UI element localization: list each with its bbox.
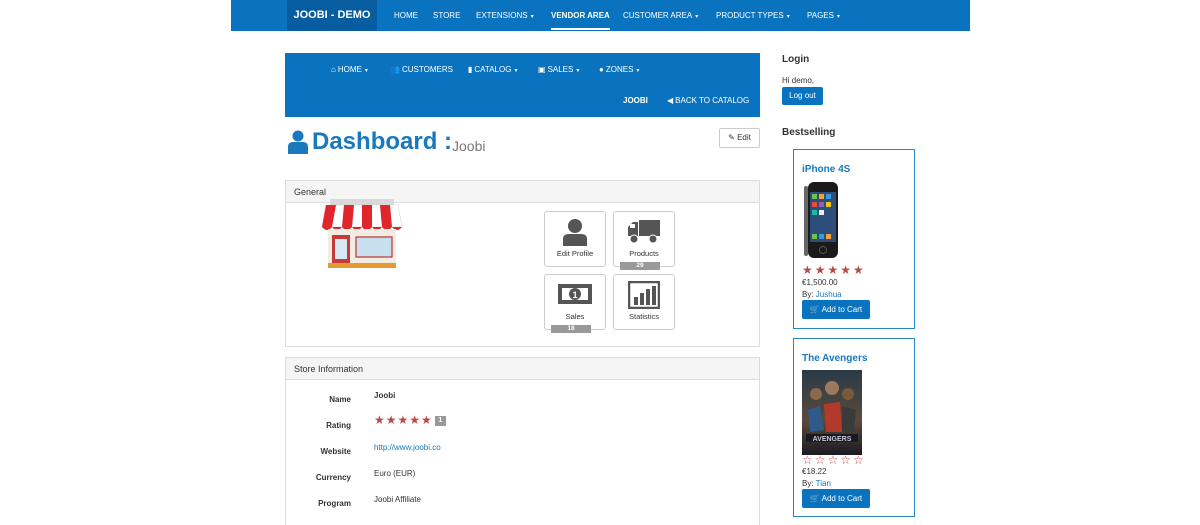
product-seller: By: Tian — [802, 479, 831, 488]
logout-button[interactable]: Log out — [782, 87, 823, 105]
star-icon: ★★★★★ — [374, 413, 433, 427]
cart-icon: 🛒 — [809, 494, 820, 503]
vendor-nav-joobi[interactable]: JOOBI — [623, 96, 648, 105]
rating-stars: ★★★★★ 1 — [374, 413, 446, 427]
info-row-rating: Rating ★★★★★ 1 — [286, 413, 759, 442]
rating-count-badge: 1 — [434, 416, 446, 426]
nav-store[interactable]: STORE — [433, 0, 460, 31]
money-icon: ▣ — [538, 65, 546, 74]
general-panel: General Edit Profile Products 29 1 Sales… — [285, 180, 760, 347]
info-row-program: Program Joobi Affiliate — [318, 495, 421, 508]
nav-extensions[interactable]: EXTENSIONS ▾ — [476, 0, 534, 31]
nav-vendor-area[interactable]: VENDOR AREA — [551, 0, 610, 31]
nav-customer-area[interactable]: CUSTOMER AREA ▾ — [623, 0, 698, 31]
greeting-text: Hi demo, — [782, 76, 815, 85]
product-price: €1,500.00 — [802, 278, 838, 287]
chevron-down-icon: ▾ — [786, 14, 790, 20]
product-card: The Avengers AVENGERS ☆☆☆☆☆ €18.22 By: T… — [793, 338, 915, 517]
add-to-cart-button[interactable]: 🛒 Add to Cart — [802, 489, 870, 508]
bestselling-heading: Bestselling — [782, 127, 836, 138]
vendor-nav-sales[interactable]: ▣ SALES ▾ — [538, 65, 579, 74]
nav-home[interactable]: HOME — [394, 0, 418, 31]
vendor-navbar: ⌂ HOME ▾ 👥 CUSTOMERS ▮ CATALOG ▾ ▣ SALES ▾ ● ZON… — [285, 53, 760, 117]
product-rating-stars: ★★★★★ — [802, 263, 866, 277]
users-icon: 👥 — [390, 65, 400, 74]
nav-pages[interactable]: PAGES ▾ — [807, 0, 840, 31]
chevron-down-icon: ▾ — [636, 68, 640, 74]
svg-text:1: 1 — [572, 290, 577, 300]
product-image[interactable] — [802, 180, 842, 260]
truck-icon — [628, 220, 660, 244]
add-to-cart-button[interactable]: 🛒 Add to Cart — [802, 300, 870, 319]
count-badge: 18 — [551, 325, 591, 333]
product-image[interactable]: AVENGERS — [802, 370, 862, 455]
chevron-down-icon: ▾ — [695, 14, 699, 20]
products-tile[interactable]: Products 29 — [613, 211, 675, 270]
edit-button[interactable]: ✎ Edit — [719, 128, 760, 148]
product-seller: By: Jushua — [802, 290, 842, 299]
login-heading: Login — [782, 54, 810, 65]
svg-text:AVENGERS: AVENGERS — [813, 436, 852, 443]
info-row-name: Name Joobi — [329, 391, 396, 404]
chevron-down-icon: ▾ — [576, 68, 580, 74]
map-marker-icon: ● — [599, 65, 604, 74]
store-icon — [322, 199, 402, 268]
home-icon: ⌂ — [331, 65, 336, 74]
product-price: €18.22 — [802, 467, 827, 476]
vendor-nav-home[interactable]: ⌂ HOME ▾ — [331, 65, 368, 74]
count-badge: 29 — [620, 262, 660, 270]
seller-link[interactable]: Jushua — [816, 290, 842, 299]
bar-chart-icon — [628, 281, 660, 309]
website-link[interactable]: http://www.joobi.co — [374, 443, 441, 452]
brand-link[interactable]: JOOBI - DEMO — [287, 0, 377, 31]
product-name-link[interactable]: The Avengers — [802, 353, 867, 364]
back-to-catalog-link[interactable]: ◀ BACK TO CATALOG — [667, 96, 749, 105]
chevron-down-icon: ▾ — [514, 68, 518, 74]
vendor-nav-zones[interactable]: ● ZONES ▾ — [599, 65, 639, 74]
edit-profile-tile[interactable]: Edit Profile — [544, 211, 606, 267]
statistics-tile[interactable]: Statistics — [613, 274, 675, 330]
bookmark-icon: ▮ — [468, 65, 473, 74]
cart-icon: 🛒 — [809, 305, 820, 314]
user-icon — [288, 130, 308, 154]
sales-tile[interactable]: 1 Sales 18 — [544, 274, 606, 333]
chevron-down-icon: ▾ — [364, 68, 368, 74]
info-row-currency: Currency Euro (EUR) — [315, 469, 416, 482]
product-name-link[interactable]: iPhone 4S — [802, 164, 850, 175]
store-information-panel: Store Information Name Joobi Rating ★★★★… — [285, 357, 760, 525]
vendor-nav-catalog[interactable]: ▮ CATALOG ▾ — [468, 65, 517, 74]
money-icon: 1 — [558, 284, 592, 304]
user-icon — [563, 219, 587, 246]
pencil-icon: ✎ — [728, 133, 735, 142]
info-row-website: Website http://www.joobi.co — [320, 443, 441, 456]
seller-link[interactable]: Tian — [816, 479, 831, 488]
panel-heading: Store Information — [286, 358, 759, 380]
vendor-nav-customers[interactable]: 👥 CUSTOMERS — [390, 65, 453, 74]
top-navbar: JOOBI - DEMO HOME STORE EXTENSIONS ▾ VEND… — [231, 0, 970, 31]
chevron-down-icon: ▾ — [836, 14, 840, 20]
page-subtitle: Joobi — [452, 138, 486, 154]
product-rating-stars: ☆☆☆☆☆ — [802, 453, 866, 467]
nav-product-types[interactable]: PRODUCT TYPES ▾ — [716, 0, 790, 31]
arrow-left-circle-icon: ◀ — [667, 96, 674, 105]
chevron-down-icon: ▾ — [530, 14, 534, 20]
page-title: Dashboard : — [312, 128, 453, 155]
product-card: iPhone 4S ★★★★★ €1,500.00 By: Jushua 🛒 A… — [793, 149, 915, 329]
